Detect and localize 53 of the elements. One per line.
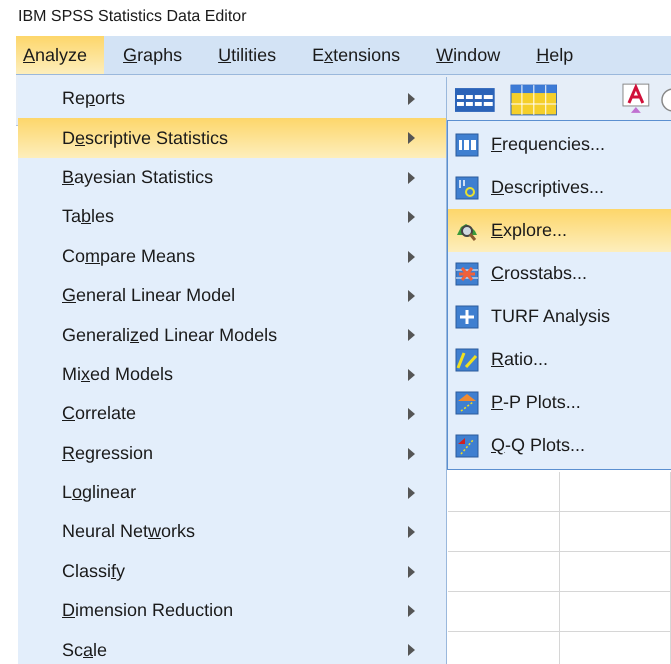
- menu-item[interactable]: Compare Means: [18, 236, 446, 276]
- menu-item[interactable]: Window: [429, 36, 518, 74]
- pp-plot-icon: [455, 390, 479, 414]
- submenu-arrow-icon: [408, 250, 415, 263]
- submenu-arrow-icon: [408, 132, 415, 144]
- submenu-arrow-icon: [408, 448, 415, 460]
- menu-item[interactable]: Frequencies...: [448, 123, 671, 166]
- menu-item[interactable]: Correlate: [18, 394, 446, 434]
- submenu-arrow-icon: [408, 211, 415, 224]
- menu-item[interactable]: Classify: [18, 552, 446, 592]
- menu-item[interactable]: Loglinear: [18, 472, 446, 512]
- plus-icon: [455, 304, 479, 328]
- submenu-arrow-icon: [408, 566, 415, 578]
- cross-table-icon: [455, 262, 479, 286]
- menu-item[interactable]: Bayesian Statistics: [18, 158, 446, 198]
- menu-item[interactable]: General Linear Model: [18, 276, 446, 316]
- menu-item[interactable]: Mixed Models: [18, 354, 446, 394]
- submenu-arrow-icon: [408, 368, 415, 381]
- spreadsheet-icon[interactable]: [454, 87, 496, 113]
- menu-item[interactable]: Help: [529, 36, 590, 74]
- menu-item[interactable]: Neural Networks: [18, 512, 446, 552]
- window-title: IBM SPSS Statistics Data Editor: [17, 7, 248, 27]
- submenu-arrow-icon: [408, 526, 415, 538]
- menu-item[interactable]: Descriptive Statistics: [18, 118, 446, 158]
- menu-item[interactable]: Q-Q Plots...: [448, 424, 671, 467]
- fraction-icon: [455, 348, 479, 372]
- menu-item[interactable]: Ratio...: [448, 338, 671, 381]
- data-grid-icon[interactable]: [510, 84, 558, 116]
- submenu-arrow-icon: [408, 329, 415, 342]
- submenu-arrow-icon: [408, 93, 415, 105]
- menu-item[interactable]: Tables: [18, 197, 446, 237]
- menu-item[interactable]: TURF Analysis: [448, 295, 671, 338]
- mu-sigma-icon: [455, 176, 479, 200]
- submenu-arrow-icon: [408, 290, 415, 302]
- menu-item[interactable]: Generalized Linear Models: [18, 315, 446, 355]
- menu-item[interactable]: Utilities: [211, 36, 294, 74]
- submenu-arrow-icon: [408, 172, 415, 184]
- submenu-arrow-icon: [408, 605, 415, 618]
- menu-item[interactable]: Dimension Reduction: [18, 591, 446, 630]
- menu-item[interactable]: Crosstabs...: [448, 252, 671, 295]
- submenu-arrow-icon: [408, 644, 415, 656]
- menu-item[interactable]: P-P Plots...: [448, 381, 671, 424]
- menu-item[interactable]: Graphs: [116, 36, 200, 74]
- counter-icon: [455, 132, 479, 156]
- menu-item[interactable]: Descriptives...: [448, 166, 671, 209]
- submenu-arrow-icon: [408, 486, 415, 499]
- menu-item[interactable]: Scale: [18, 630, 446, 664]
- menu-item[interactable]: Regression: [18, 434, 446, 473]
- menu-item[interactable]: Extensions: [305, 36, 418, 74]
- menu-item[interactable]: Analyze: [16, 36, 104, 74]
- menu-item[interactable]: Explore...: [448, 209, 671, 252]
- submenu-arrow-icon: [408, 408, 415, 420]
- qq-plot-icon: [455, 434, 479, 458]
